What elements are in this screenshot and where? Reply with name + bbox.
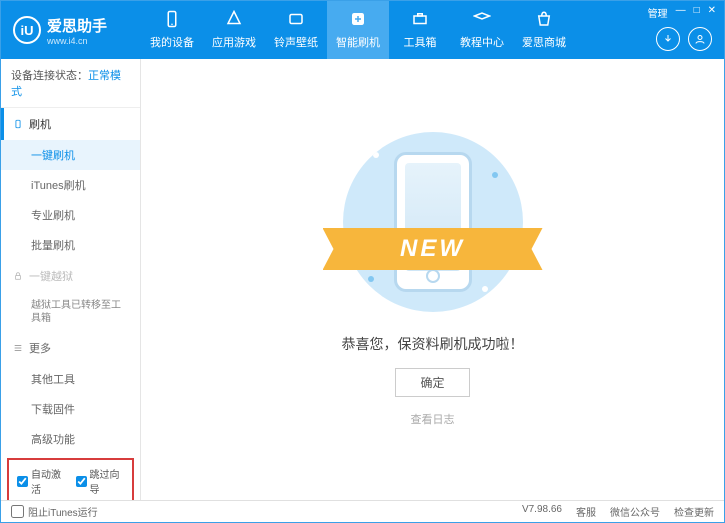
menu-button[interactable]: 管理 [648,5,668,20]
section-label: 一键越狱 [29,268,73,284]
nav-label: 应用游戏 [212,34,256,50]
section-label: 更多 [29,340,51,356]
close-button[interactable]: ✕ [708,5,716,16]
checkbox-label: 阻止iTunes运行 [28,504,98,519]
sidebar-item-other-tools[interactable]: 其他工具 [1,364,140,394]
footer-update[interactable]: 检查更新 [674,504,714,519]
nav-my-device[interactable]: 我的设备 [141,1,203,59]
nav-label: 我的设备 [150,34,194,50]
sidebar-section-flash[interactable]: 刷机 [1,108,140,140]
nav-ringtones[interactable]: 铃声壁纸 [265,1,327,59]
version-label: V7.98.66 [522,504,562,519]
phone-graphic [394,152,472,292]
checkbox-auto-activate[interactable]: 自动激活 [17,466,66,496]
footer-wechat[interactable]: 微信公众号 [610,504,660,519]
nav-label: 智能刷机 [336,34,380,50]
app-logo-icon: iU [13,16,41,44]
ok-button[interactable]: 确定 [395,368,469,397]
top-nav: 我的设备 应用游戏 铃声壁纸 智能刷机 工具箱 教程中心 爱思商城 [141,1,640,59]
view-log-link[interactable]: 查看日志 [411,411,455,427]
section-label: 刷机 [29,116,51,132]
status-label: 设备连接状态： [11,70,88,82]
list-icon [13,343,23,353]
sidebar-item-pro-flash[interactable]: 专业刷机 [1,200,140,230]
nav-label: 教程中心 [460,34,504,50]
block-itunes-input[interactable] [11,505,24,518]
sidebar-item-itunes-flash[interactable]: iTunes刷机 [1,170,140,200]
nav-label: 工具箱 [404,34,437,50]
sidebar-section-more[interactable]: 更多 [1,332,140,364]
minimize-button[interactable]: — [676,5,686,16]
sidebar-item-batch-flash[interactable]: 批量刷机 [1,230,140,260]
logo-area: iU 爱思助手 www.i4.cn [1,15,141,46]
sidebar-jailbreak-note: 越狱工具已转移至工具箱 [1,292,140,332]
maximize-button[interactable]: □ [694,5,700,16]
nav-label: 铃声壁纸 [274,34,318,50]
block-itunes-checkbox[interactable]: 阻止iTunes运行 [11,504,98,519]
phone-icon [13,119,23,129]
connection-status: 设备连接状态：正常模式 [1,59,140,108]
auto-activate-input[interactable] [17,476,28,487]
sidebar-item-download-firmware[interactable]: 下载固件 [1,394,140,424]
nav-label: 爱思商城 [522,34,566,50]
footer-service[interactable]: 客服 [576,504,596,519]
checkbox-skip-guide[interactable]: 跳过向导 [76,466,125,496]
nav-tutorials[interactable]: 教程中心 [451,1,513,59]
sidebar: 设备连接状态：正常模式 刷机 一键刷机 iTunes刷机 专业刷机 批量刷机 一… [1,59,141,500]
success-illustration [343,132,523,312]
checkbox-label: 跳过向导 [90,466,125,496]
title-bar: iU 爱思助手 www.i4.cn 我的设备 应用游戏 铃声壁纸 智能刷机 工具… [1,1,724,59]
options-highlight-box: 自动激活 跳过向导 [7,458,134,500]
nav-apps-games[interactable]: 应用游戏 [203,1,265,59]
sidebar-item-advanced[interactable]: 高级功能 [1,424,140,454]
window-controls: 管理 — □ ✕ [640,1,724,24]
nav-smart-flash[interactable]: 智能刷机 [327,1,389,59]
new-ribbon: NEW [323,228,543,270]
download-icon[interactable] [656,27,680,51]
checkbox-label: 自动激活 [31,466,66,496]
app-url: www.i4.cn [47,36,107,46]
success-message: 恭喜您，保资料刷机成功啦！ [342,334,524,354]
nav-toolbox[interactable]: 工具箱 [389,1,451,59]
status-bar: 阻止iTunes运行 V7.98.66 客服 微信公众号 检查更新 [1,500,724,522]
nav-store[interactable]: 爱思商城 [513,1,575,59]
app-name: 爱思助手 [47,15,107,36]
skip-guide-input[interactable] [76,476,87,487]
user-icon[interactable] [688,27,712,51]
lock-icon [13,271,23,281]
main-content: NEW 恭喜您，保资料刷机成功啦！ 确定 查看日志 [141,59,724,500]
sidebar-section-jailbreak: 一键越狱 [1,260,140,292]
sidebar-item-oneclick-flash[interactable]: 一键刷机 [1,140,140,170]
